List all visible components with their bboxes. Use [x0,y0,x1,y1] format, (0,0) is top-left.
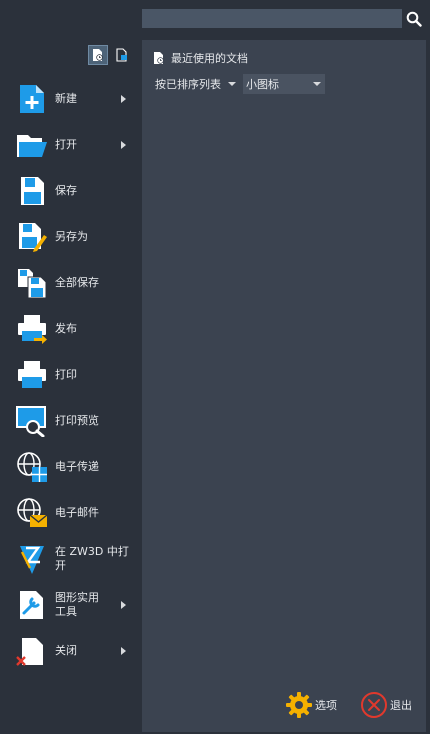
menu-item-etransmit-label: 电子传递 [55,460,99,473]
sort-order-dropdown[interactable]: 按已排序列表 [152,74,240,94]
search-icon [406,11,422,27]
recent-document-clock-icon [93,49,103,61]
menu-item-etransmit[interactable]: 电子传递 [0,444,140,490]
application-menu: 新建 打开 保存 另存为 全部保存 发布 打印 打印预览 电子传递 电子邮件 在… [0,76,140,674]
menu-item-open-label: 打开 [55,138,77,151]
menu-item-open-in-zw3d-label: 在 ZW3D 中打开 [55,545,129,573]
menu-item-save-all[interactable]: 全部保存 [0,260,140,306]
panel-title: 最近使用的文档 [171,52,248,65]
save-all-icon [18,269,47,299]
menu-item-publish-label: 发布 [55,322,77,335]
exit-button[interactable]: 退出 [360,690,412,720]
label-line-1: 图形实用 [55,591,99,604]
search-bar [142,9,426,29]
zw3d-logo-icon [20,546,44,574]
search-input[interactable] [142,9,402,28]
drawing-utilities-icon [20,591,43,619]
submenu-arrow-icon [121,601,126,609]
menu-item-email[interactable]: 电子邮件 [0,490,140,536]
close-document-icon [16,638,43,666]
menu-item-print-label: 打印 [55,368,77,381]
label-line-2: 开 [55,559,66,572]
menu-item-print-preview[interactable]: 打印预览 [0,398,140,444]
sort-order-value: 按已排序列表 [155,78,221,91]
open-folder-icon [17,135,47,157]
icon-size-dropdown[interactable]: 小图标 [243,74,325,94]
menu-item-save-as-label: 另存为 [55,230,88,243]
recent-documents-panel: 最近使用的文档 按已排序列表 小图标 选项 退出 [142,40,426,732]
print-preview-icon [16,406,46,437]
menu-item-save-as[interactable]: 另存为 [0,214,140,260]
menu-item-email-label: 电子邮件 [55,506,99,519]
icon-size-value: 小图标 [246,78,279,91]
new-document-icon [20,85,44,113]
email-globe-icon [17,498,48,527]
save-floppy-icon [21,177,44,205]
menu-item-print-preview-label: 打印预览 [55,414,99,427]
panel-header: 最近使用的文档 [152,50,248,66]
recent-document-clock-icon [154,52,164,64]
label-line-2: 工具 [55,605,77,618]
label-line-1: 在 ZW3D 中打 [55,545,129,558]
exit-icon [361,692,387,718]
menu-item-open[interactable]: 打开 [0,122,140,168]
submenu-arrow-icon [121,141,126,149]
menu-item-save-all-label: 全部保存 [55,276,99,289]
menu-item-close-label: 关闭 [55,644,77,657]
menu-item-new-label: 新建 [55,92,77,105]
submenu-arrow-icon [121,95,126,103]
options-button[interactable]: 选项 [285,690,337,720]
menu-item-drawing-utilities[interactable]: 图形实用 工具 [0,582,140,628]
chevron-down-icon [313,82,321,86]
menu-item-close[interactable]: 关闭 [0,628,140,674]
exit-label: 退出 [390,699,412,712]
menu-item-drawing-utilities-label: 图形实用 工具 [55,591,99,619]
menu-item-save[interactable]: 保存 [0,168,140,214]
menu-item-new[interactable]: 新建 [0,76,140,122]
publish-printer-icon [18,315,47,344]
menu-item-print[interactable]: 打印 [0,352,140,398]
save-as-icon [19,223,47,252]
search-button[interactable] [404,9,424,29]
submenu-arrow-icon [121,647,126,655]
open-document-icon [116,48,127,62]
gear-icon [286,692,312,718]
printer-icon [18,361,46,388]
chevron-down-icon [228,82,236,86]
open-documents-view-button[interactable] [112,45,132,65]
etransmit-globe-icon [17,452,47,482]
options-label: 选项 [315,699,337,712]
recent-documents-view-button[interactable] [88,45,108,65]
menu-item-save-label: 保存 [55,184,77,197]
menu-item-publish[interactable]: 发布 [0,306,140,352]
menu-item-open-in-zw3d[interactable]: 在 ZW3D 中打开 [0,536,140,582]
